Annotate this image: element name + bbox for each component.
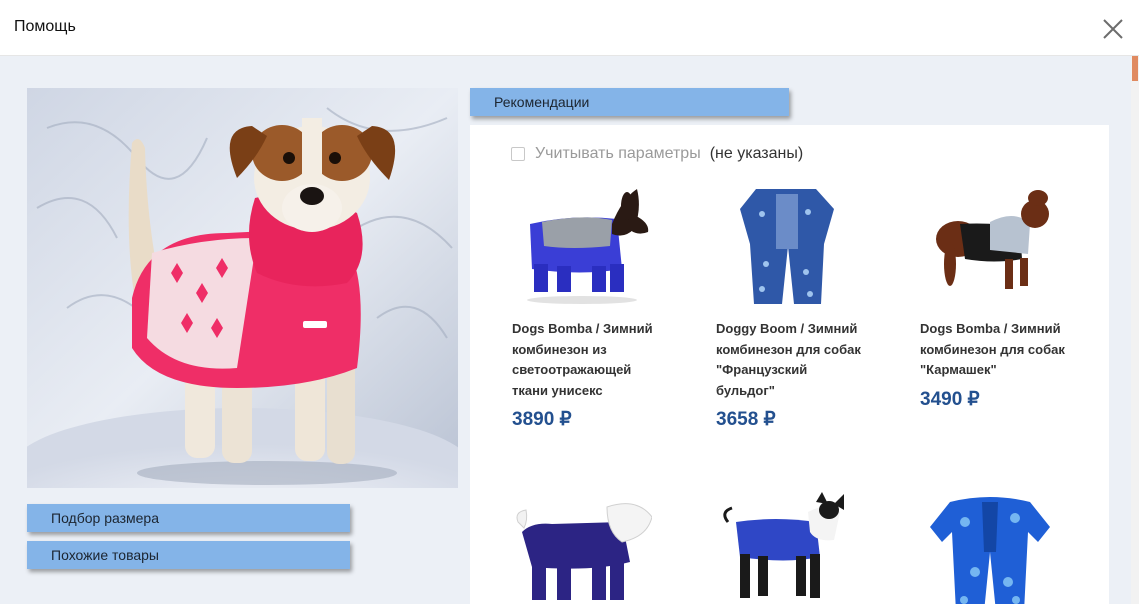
product-name[interactable]: Dogs Bomba / Зимний комбинезон из светоо… (512, 319, 662, 401)
product-price: 3490 ₽ (920, 388, 980, 410)
product-card[interactable]: Doggy Boom / Зимний комбинезон для собак… (716, 184, 896, 431)
dialog-title: Помощь (14, 18, 76, 35)
scrollbar-thumb[interactable] (1132, 56, 1138, 81)
product-card[interactable] (512, 492, 692, 604)
product-image[interactable] (920, 184, 1060, 304)
product-card[interactable] (716, 492, 896, 604)
product-image[interactable] (716, 492, 856, 604)
filter-label[interactable]: Учитывать параметры (535, 145, 701, 163)
product-price: 3890 ₽ (512, 409, 572, 430)
product-price: 3658 ₽ (716, 409, 776, 430)
main-product-photo (27, 88, 458, 488)
filter-checkbox[interactable] (511, 147, 525, 161)
product-name[interactable]: Dogs Bomba / Зимний комбинезон для собак… (920, 319, 1070, 381)
product-card[interactable]: Dogs Bomba / Зимний комбинезон для собак… (920, 184, 1100, 411)
product-card[interactable] (920, 492, 1100, 604)
filter-note: (не указаны) (709, 145, 804, 162)
filter-row: Учитывать параметры (не указаны) (511, 145, 803, 163)
product-image[interactable] (512, 492, 652, 604)
scrollbar-track[interactable] (1131, 56, 1139, 604)
similar-products-button[interactable]: Похожие товары (27, 541, 350, 569)
close-icon[interactable] (1100, 16, 1126, 42)
recommendations-tab[interactable]: Рекомендации (470, 88, 789, 116)
product-name[interactable]: Doggy Boom / Зимний комбинезон для собак… (716, 319, 866, 401)
product-image[interactable] (716, 184, 856, 304)
product-image[interactable] (920, 492, 1060, 604)
dialog-header: Помощь (0, 0, 1139, 56)
dialog-content: Подбор размера Похожие товары Рекомендац… (0, 56, 1131, 604)
product-image[interactable] (512, 184, 652, 304)
product-card[interactable]: Dogs Bomba / Зимний комбинезон из светоо… (512, 184, 692, 431)
size-selection-button[interactable]: Подбор размера (27, 504, 350, 532)
recommendations-panel: Учитывать параметры (не указаны) Dogs Bo… (470, 125, 1109, 604)
